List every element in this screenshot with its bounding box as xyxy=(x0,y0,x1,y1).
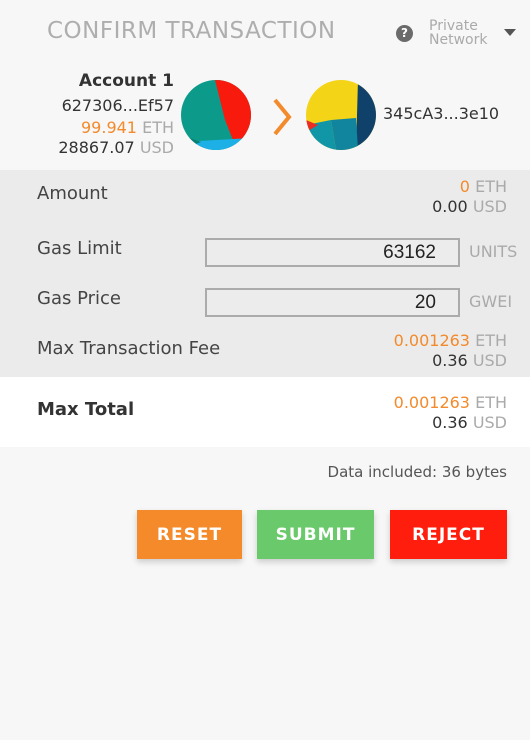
header: CONFIRM TRANSACTION ? Private Network xyxy=(0,0,530,66)
max-fee-usd-value: 0.36 xyxy=(432,351,468,370)
max-total-usd-unit: USD xyxy=(472,413,507,432)
gas-price-unit: GWEI xyxy=(469,292,513,311)
from-eth-value: 99.941 xyxy=(81,118,137,137)
max-total-eth-unit: ETH xyxy=(475,393,507,412)
page-title: CONFIRM TRANSACTION xyxy=(47,18,336,44)
gas-limit-unit: UNITS xyxy=(469,242,518,261)
max-fee-usd: 0.36 USD xyxy=(432,351,507,370)
max-fee-usd-unit: USD xyxy=(472,351,507,370)
from-identicon-icon xyxy=(181,80,251,150)
data-included-text: Data included: 36 bytes xyxy=(327,463,507,481)
to-identicon-icon xyxy=(306,80,376,150)
amount-label: Amount xyxy=(37,183,108,204)
max-total-eth-value: 0.001263 xyxy=(393,393,470,412)
gas-limit-label: Gas Limit xyxy=(37,238,122,259)
max-total-usd-value: 0.36 xyxy=(432,413,468,432)
max-fee-eth: 0.001263 ETH xyxy=(394,331,507,350)
gas-price-label: Gas Price xyxy=(37,288,121,309)
question-circle-icon[interactable]: ? xyxy=(396,25,413,42)
gas-limit-input[interactable]: 63162 xyxy=(205,238,460,267)
to-account-address: 345cA3...3e10 xyxy=(383,104,500,123)
from-usd-value: 28867.07 xyxy=(58,138,135,157)
gas-price-input[interactable]: 20 xyxy=(205,288,460,317)
max-total-eth: 0.001263 ETH xyxy=(394,393,507,412)
from-eth-balance: 99.941 ETH xyxy=(81,118,174,137)
submit-button[interactable]: SUBMIT xyxy=(257,510,374,559)
max-total-label: Max Total xyxy=(37,399,135,420)
max-total-row: Max Total 0.001263 ETH 0.36 USD xyxy=(0,377,530,447)
from-usd-unit: USD xyxy=(139,138,174,157)
amount-usd-unit: USD xyxy=(472,197,507,216)
network-label-line1: Private xyxy=(429,18,478,34)
caret-down-icon[interactable] xyxy=(504,29,516,36)
amount-eth-unit: ETH xyxy=(475,177,507,196)
network-label-line2: Network xyxy=(429,32,488,48)
reset-button[interactable]: RESET xyxy=(137,510,242,559)
amount-usd-value: 0.00 xyxy=(432,197,468,216)
max-fee-eth-value: 0.001263 xyxy=(393,331,470,350)
amount-eth-value: 0 xyxy=(459,177,470,196)
from-usd-balance: 28867.07 USD xyxy=(58,138,174,157)
amount-eth: 0 ETH xyxy=(460,177,507,196)
network-selector[interactable]: Private Network xyxy=(429,19,499,47)
max-fee-eth-unit: ETH xyxy=(475,331,507,350)
from-account-name: Account 1 xyxy=(78,71,174,91)
from-account-address: 627306...Ef57 xyxy=(61,96,174,115)
from-eth-unit: ETH xyxy=(142,118,174,137)
transaction-details: Amount 0 ETH 0.00 USD Gas Limit 63162 UN… xyxy=(0,170,530,377)
max-fee-label: Max Transaction Fee xyxy=(37,338,221,359)
amount-usd: 0.00 USD xyxy=(432,197,507,216)
reject-button[interactable]: REJECT xyxy=(390,510,507,559)
max-total-usd: 0.36 USD xyxy=(432,413,507,432)
chevron-right-icon xyxy=(273,98,292,136)
